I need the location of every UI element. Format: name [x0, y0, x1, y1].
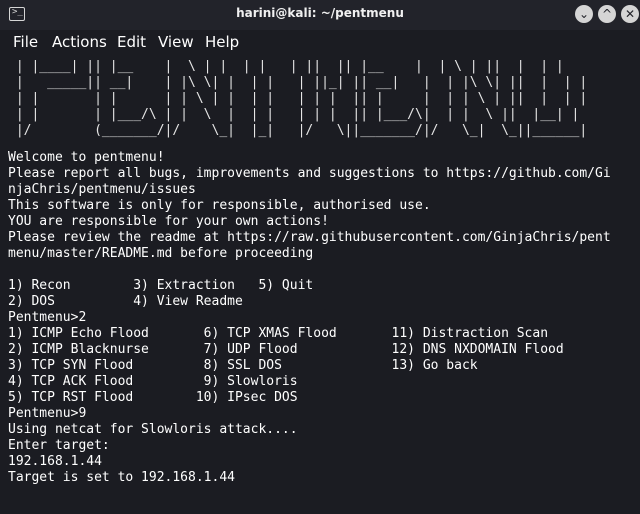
terminal-line: YOU are responsible for your own actions… [8, 214, 329, 229]
terminal-line: 2) ICMP Blacknurse 7) UDP Flood 12) DNS … [8, 342, 564, 357]
terminal-line: menu/master/README.md before proceeding [8, 246, 314, 261]
terminal-output-area[interactable]: | |____| || |__ | \ | | | | | || || |__ … [8, 59, 636, 511]
close-button[interactable]: ✕ [621, 5, 639, 23]
terminal-line: 1) ICMP Echo Flood 6) TCP XMAS Flood 11)… [8, 326, 549, 341]
terminal-line: Pentmenu>2 [8, 310, 87, 325]
terminal-text: Welcome to pentmenu! Please report all bu… [8, 150, 636, 486]
minimize-button[interactable]: ⌄ [575, 5, 593, 23]
terminal-line: Using netcat for Slowloris attack.... [8, 422, 298, 437]
terminal-line: This software is only for responsible, a… [8, 198, 431, 213]
menu-actions[interactable]: Actions [52, 33, 107, 51]
terminal-line: njaChris/pentmenu/issues [8, 182, 196, 197]
maximize-button[interactable]: ^ [598, 5, 616, 23]
menu-file[interactable]: File [13, 33, 38, 51]
pentmenu-ascii-banner: | |____| || |__ | \ | | | | | || || |__ … [15, 59, 588, 138]
terminal-line: 1) Recon 3) Extraction 5) Quit [8, 278, 314, 293]
menu-help[interactable]: Help [205, 33, 239, 51]
terminal-line: Please review the readme at https://raw.… [8, 230, 611, 245]
terminal-line: 3) TCP SYN Flood 8) SSL DOS 13) Go back [8, 358, 478, 373]
terminal-line: 2) DOS 4) View Readme [8, 294, 243, 309]
terminal-line: Enter target: [8, 438, 110, 453]
menu-edit[interactable]: Edit [117, 33, 146, 51]
terminal-line: Target is set to 192.168.1.44 [8, 470, 235, 485]
menu-view[interactable]: View [158, 33, 194, 51]
terminal-line: Welcome to pentmenu! [8, 150, 165, 165]
window-title: harini@kali: ~/pentmenu [236, 6, 404, 20]
title-bar[interactable]: >_ harini@kali: ~/pentmenu ⌄ ^ ✕ [0, 0, 640, 30]
terminal-window: >_ harini@kali: ~/pentmenu ⌄ ^ ✕ File Ac… [0, 0, 640, 514]
terminal-line: 192.168.1.44 [8, 454, 102, 469]
terminal-line: 4) TCP ACK Flood 9) Slowloris [8, 374, 298, 389]
menu-bar: File Actions Edit View Help [0, 30, 640, 54]
terminal-line: Please report all bugs, improvements and… [8, 166, 611, 181]
terminal-line: 5) TCP RST Flood 10) IPsec DOS [8, 390, 298, 405]
terminal-line: Pentmenu>9 [8, 406, 87, 421]
